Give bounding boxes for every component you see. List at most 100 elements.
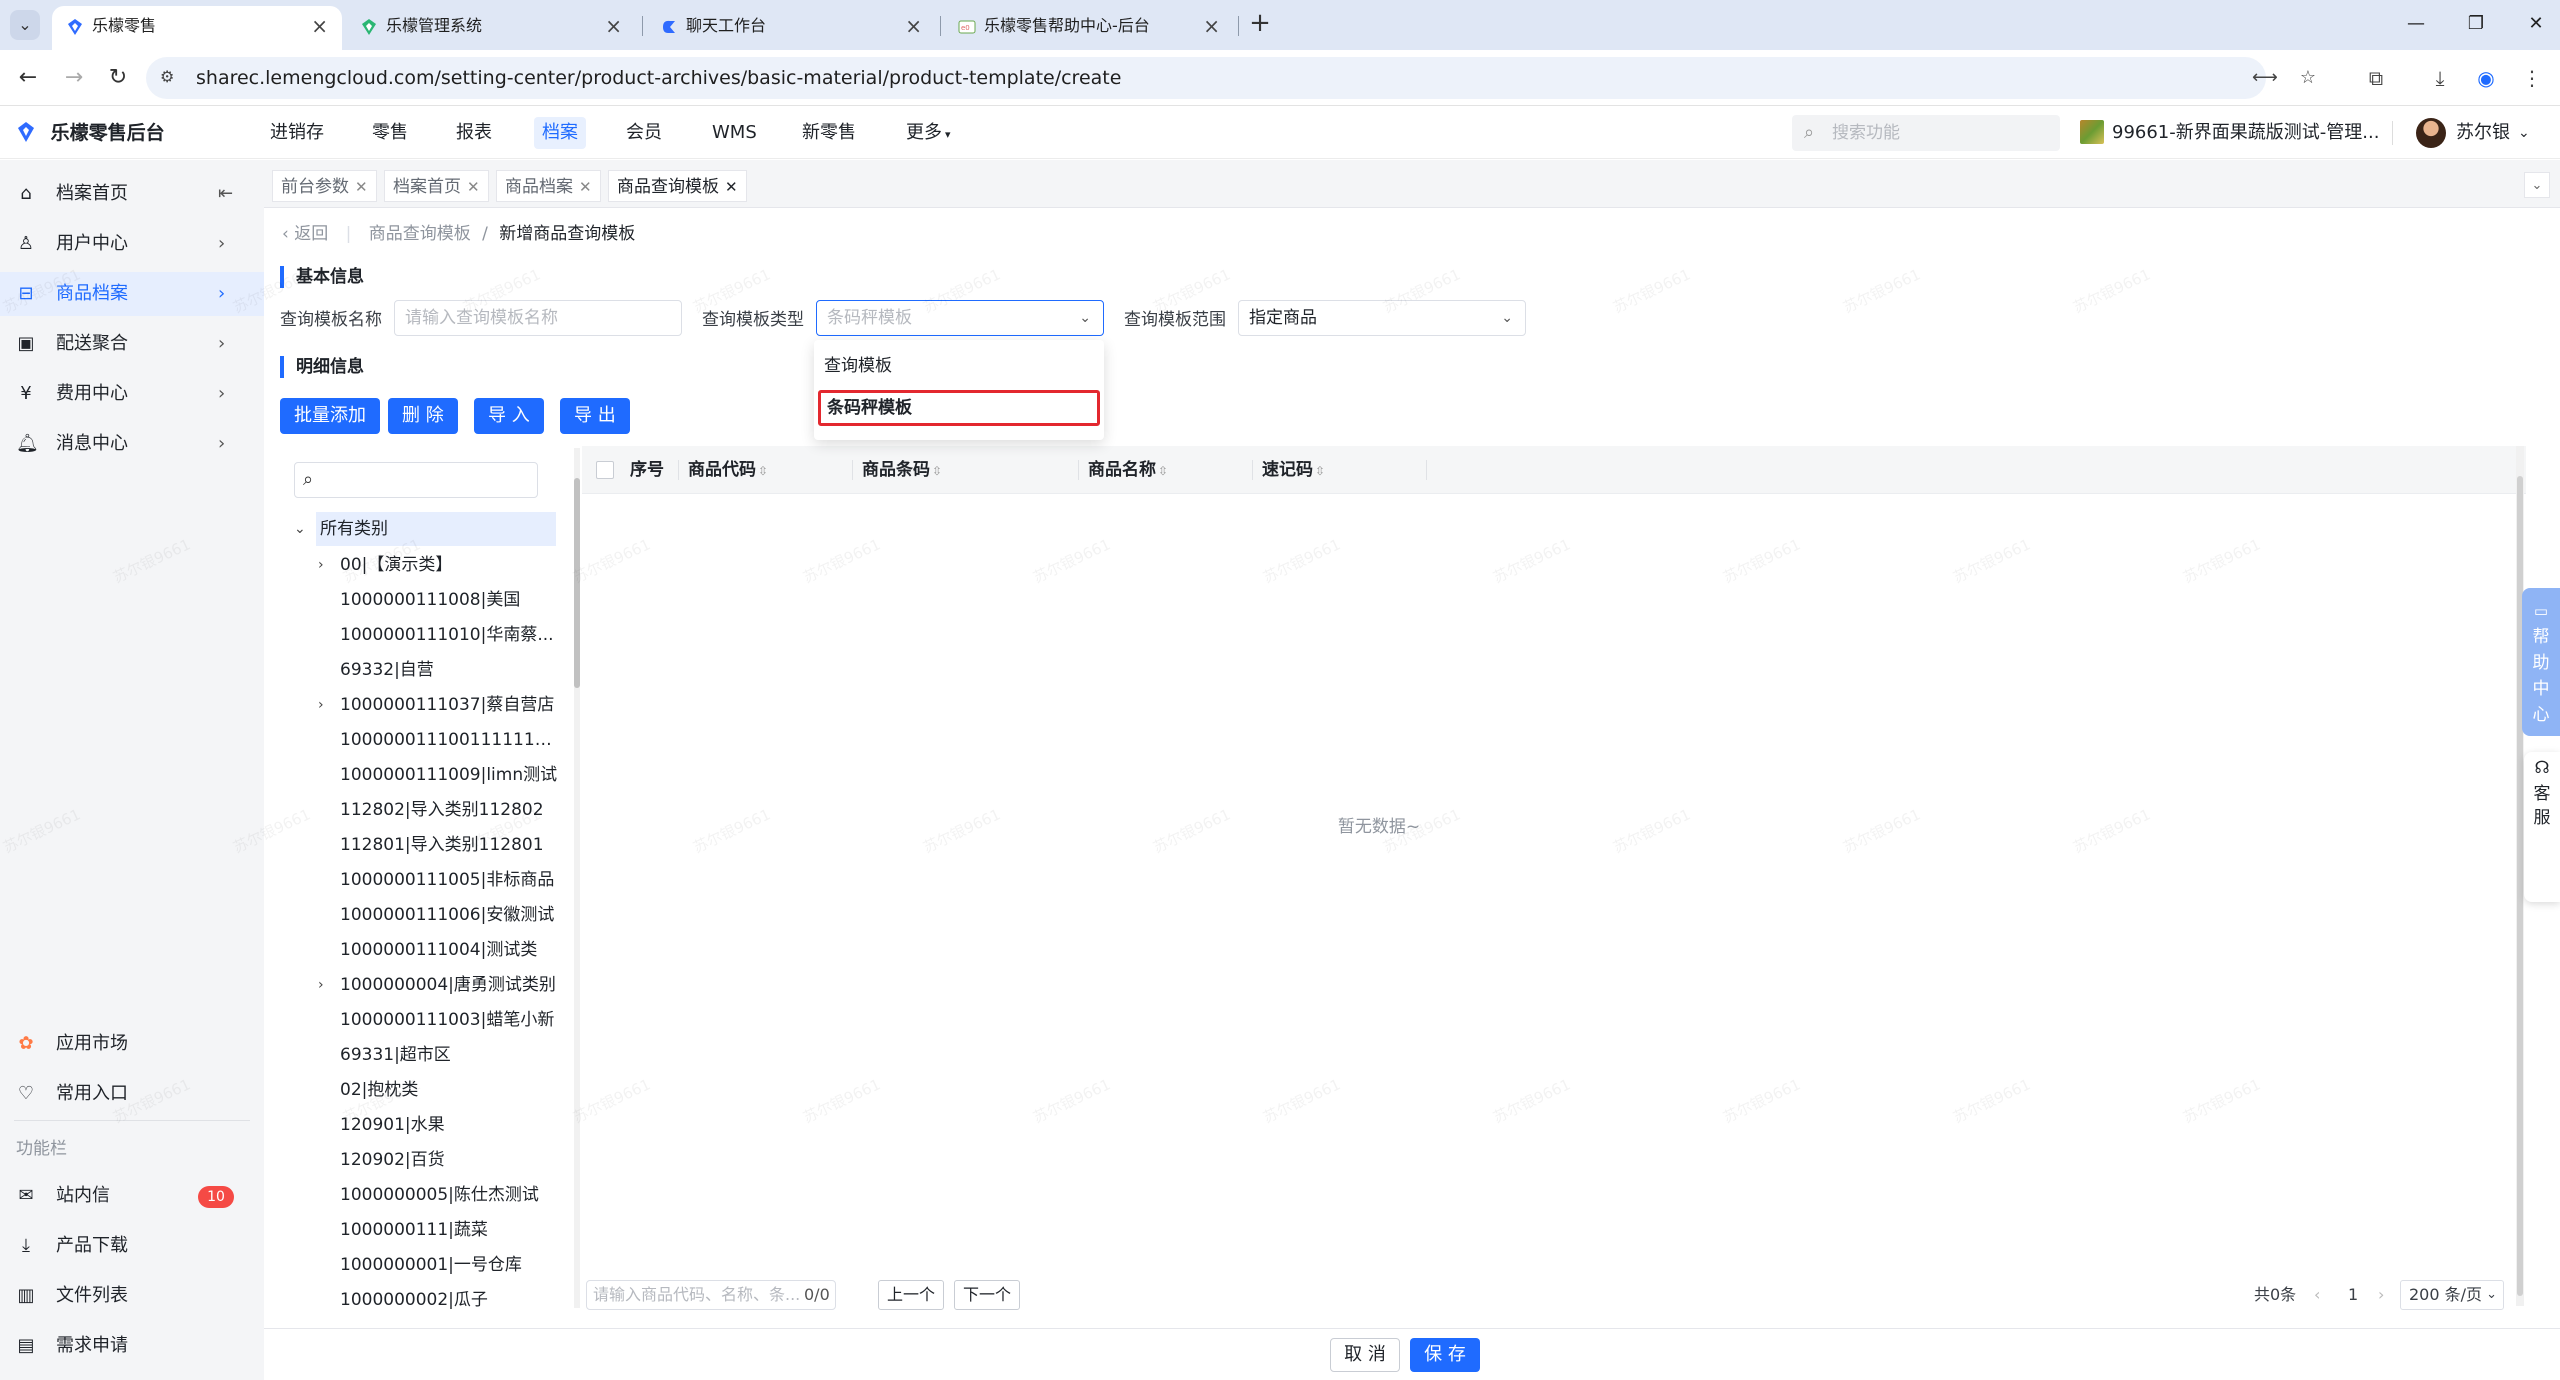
- current-page[interactable]: 1: [2348, 1280, 2358, 1310]
- template-range-select[interactable]: 指定商品 ⌄: [1238, 300, 1526, 336]
- column-barcode[interactable]: 商品条码 ⇳: [862, 446, 942, 495]
- column-shorthand[interactable]: 速记码 ⇳: [1262, 446, 1325, 495]
- sidebar-item-archive-home[interactable]: ⌂ 档案首页 ⇤: [0, 172, 264, 216]
- tree-scrollbar-thumb[interactable]: [574, 478, 580, 688]
- topnav-wms[interactable]: WMS: [704, 117, 765, 149]
- page-tab-frontend-params[interactable]: 前台参数 ✕: [272, 170, 377, 202]
- new-tab-button[interactable]: +: [1244, 8, 1276, 40]
- next-page-icon[interactable]: ›: [2378, 1280, 2384, 1310]
- import-button[interactable]: 导 入: [474, 398, 544, 434]
- browser-tab-lemeng-admin[interactable]: 乐檬管理系统 ×: [346, 6, 636, 50]
- sort-icon[interactable]: ⇳: [758, 464, 768, 478]
- close-icon[interactable]: ✕: [579, 178, 592, 196]
- chevron-down-icon[interactable]: ⌄: [294, 512, 306, 546]
- sidebar-item-common-entry[interactable]: ♡ 常用入口: [0, 1072, 264, 1116]
- close-window-button[interactable]: ✕: [2506, 6, 2560, 42]
- url-omnibox[interactable]: ⚙ sharec.lemengcloud.com/setting-center/…: [146, 57, 2316, 99]
- page-tab-product-query-template[interactable]: 商品查询模板 ✕: [608, 170, 747, 202]
- tree-node[interactable]: 02|抱枕类: [340, 1075, 418, 1105]
- chevron-right-icon[interactable]: ›: [318, 550, 324, 580]
- sidebar-item-user-center[interactable]: ♙ 用户中心 ›: [0, 222, 264, 266]
- sidebar-item-product-download[interactable]: ⤓ 产品下载: [0, 1224, 264, 1268]
- topnav-new-retail[interactable]: 新零售: [794, 117, 864, 149]
- page-tab-product-archive[interactable]: 商品档案 ✕: [496, 170, 601, 202]
- dropdown-option-barcode-scale-template[interactable]: 条码秤模板: [818, 390, 1100, 426]
- chevron-right-icon[interactable]: ›: [318, 970, 324, 1000]
- prev-page-icon[interactable]: ‹: [2314, 1280, 2320, 1310]
- reload-icon[interactable]: ↻: [102, 62, 134, 94]
- sidebar-item-delivery[interactable]: ▣ 配送聚合 ›: [0, 322, 264, 366]
- topnav-archives[interactable]: 档案: [534, 117, 586, 149]
- extensions-icon[interactable]: ⧉: [2362, 64, 2390, 92]
- tree-node[interactable]: 1000000005|陈仕杰测试: [340, 1180, 539, 1210]
- download-icon[interactable]: ⤓: [2426, 64, 2454, 92]
- back-arrow-icon[interactable]: ←: [12, 62, 44, 94]
- tree-node[interactable]: 1000000111009|limn测试: [340, 760, 557, 790]
- table-find-input[interactable]: 请输入商品代码、名称、条...: [586, 1280, 836, 1310]
- export-button[interactable]: 导 出: [560, 398, 630, 434]
- minimize-window-button[interactable]: —: [2386, 6, 2446, 42]
- collapse-sidebar-icon[interactable]: ⇤: [218, 172, 233, 216]
- topnav-inventory[interactable]: 进销存: [262, 117, 332, 149]
- sort-icon[interactable]: ⇳: [1158, 464, 1168, 478]
- tree-node[interactable]: 120901|水果: [340, 1110, 445, 1140]
- tree-node[interactable]: 1000000111|蔬菜: [340, 1215, 488, 1245]
- save-button[interactable]: 保 存: [1410, 1338, 1480, 1372]
- chevron-down-icon[interactable]: ⌄: [2524, 172, 2550, 198]
- back-link[interactable]: 返回: [294, 224, 328, 244]
- app-logo[interactable]: 乐檬零售后台: [16, 119, 165, 147]
- column-product-name[interactable]: 商品名称 ⇳: [1088, 446, 1168, 495]
- topnav-members[interactable]: 会员: [618, 117, 670, 149]
- tree-node[interactable]: 1000000004|唐勇测试类别: [340, 970, 556, 1000]
- find-prev-button[interactable]: 上一个: [878, 1280, 945, 1310]
- sidebar-item-inbox[interactable]: ✉ 站内信 10: [0, 1174, 264, 1218]
- find-next-button[interactable]: 下一个: [954, 1280, 1021, 1310]
- cancel-button[interactable]: 取 消: [1330, 1338, 1400, 1372]
- browser-tab-help-center[interactable]: e0 乐檬零售帮助中心-后台 ×: [944, 6, 1234, 50]
- template-name-input[interactable]: 请输入查询模板名称: [394, 300, 682, 336]
- tree-node[interactable]: 1000000111010|华南蔡...: [340, 620, 554, 650]
- browser-tab-chat[interactable]: 聊天工作台 ×: [646, 6, 936, 50]
- profile-icon[interactable]: ◉: [2472, 64, 2500, 92]
- template-type-select[interactable]: 条码秤模板 ⌄: [816, 300, 1104, 336]
- sort-icon[interactable]: ⇳: [932, 464, 942, 478]
- tree-root-all-categories[interactable]: 所有类别: [316, 512, 556, 546]
- browser-tab-lemeng-retail[interactable]: 乐檬零售 ×: [52, 6, 342, 50]
- table-scrollbar[interactable]: [2516, 446, 2524, 1306]
- sidebar-item-app-market[interactable]: ✿ 应用市场: [0, 1022, 264, 1066]
- tree-node[interactable]: 69331|超市区: [340, 1040, 451, 1070]
- tree-node[interactable]: 1000000111008|美国: [340, 585, 520, 615]
- topnav-more[interactable]: 更多 ▾: [898, 117, 959, 149]
- tree-node[interactable]: 1000000111004|测试类: [340, 935, 537, 965]
- tree-node[interactable]: 1000000001|一号仓库: [340, 1250, 522, 1280]
- browser-menu-icon[interactable]: ⋮: [2518, 64, 2546, 92]
- customer-service-widget[interactable]: ☊ 客服: [2524, 752, 2560, 902]
- sidebar-item-request[interactable]: ▤ 需求申请: [0, 1324, 264, 1368]
- dropdown-option-query-template[interactable]: 查询模板: [818, 348, 1100, 384]
- tree-node[interactable]: 69332|自营: [340, 655, 434, 685]
- close-icon[interactable]: ✕: [355, 178, 368, 196]
- tree-node[interactable]: 1000000111037|蔡自营店: [340, 690, 554, 720]
- help-center-widget[interactable]: ▭ 帮助中心: [2522, 588, 2560, 736]
- close-icon[interactable]: ✕: [725, 178, 738, 196]
- chevron-down-icon[interactable]: ⌄: [2518, 107, 2530, 159]
- site-info-icon[interactable]: ⚙: [160, 67, 182, 89]
- select-all-checkbox[interactable]: [596, 461, 614, 479]
- tree-node[interactable]: 1000000111003|蜡笔小新: [340, 1005, 554, 1035]
- sidebar-item-product-archive[interactable]: ⊟ 商品档案 ›: [0, 272, 264, 316]
- tree-search-input[interactable]: ⌕: [294, 462, 538, 498]
- column-product-code[interactable]: 商品代码 ⇳: [688, 446, 768, 495]
- bookmark-star-icon[interactable]: ☆: [2296, 66, 2320, 90]
- user-name[interactable]: 苏尔银: [2456, 107, 2510, 159]
- tree-node[interactable]: 1000000002|瓜子: [340, 1285, 488, 1315]
- topnav-reports[interactable]: 报表: [448, 117, 500, 149]
- tree-node[interactable]: 120902|百货: [340, 1145, 445, 1175]
- store-selector[interactable]: 99661-新界面果蔬版测试-管理...: [2112, 107, 2379, 159]
- close-icon[interactable]: ✕: [467, 178, 480, 196]
- close-tab-icon[interactable]: ×: [1203, 6, 1220, 46]
- tab-search-dropdown[interactable]: ⌄: [10, 10, 40, 40]
- back-arrow-icon[interactable]: ‹: [282, 224, 294, 244]
- chevron-right-icon[interactable]: ›: [318, 690, 324, 720]
- sidebar-item-fee-center[interactable]: ¥ 费用中心 ›: [0, 372, 264, 416]
- tree-node[interactable]: 1000000111005|非标商品: [340, 865, 554, 895]
